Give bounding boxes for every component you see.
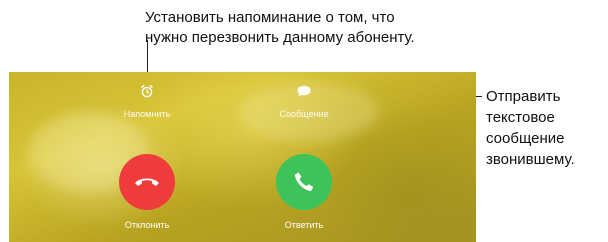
message-callout-line-1: Отправить (486, 88, 561, 105)
message-label: Сообщение (279, 109, 329, 119)
decline-button[interactable] (119, 154, 175, 210)
speech-bubble-icon (297, 85, 311, 97)
message-callout-line-3: сообщение (486, 130, 565, 147)
remind-button[interactable]: Напомнить (92, 84, 202, 119)
remind-callout-line-1: Установить напоминание о том, что (145, 9, 395, 26)
accept-button[interactable] (276, 154, 332, 210)
remind-label: Напомнить (123, 109, 171, 119)
remind-callout-text: Установить напоминание о том, что нужно … (145, 8, 525, 48)
message-callout-line-4: звонившему. (486, 151, 575, 168)
remind-callout-line-2: нужно перезвонить данному абоненту. (145, 29, 415, 46)
decline-label: Отклонить (124, 220, 170, 230)
message-callout-line-2: текстовое (486, 109, 555, 126)
incoming-call-screen: Напомнить Сообщение Отклонить Ответить (9, 72, 476, 242)
phone-icon (295, 172, 314, 191)
accept-label: Ответить (284, 220, 324, 230)
message-callout-text: Отправить текстовое сообщение звонившему… (486, 86, 606, 170)
phone-hangup-icon (135, 178, 159, 186)
alarm-clock-icon (141, 84, 153, 98)
message-button[interactable]: Сообщение (249, 84, 359, 119)
